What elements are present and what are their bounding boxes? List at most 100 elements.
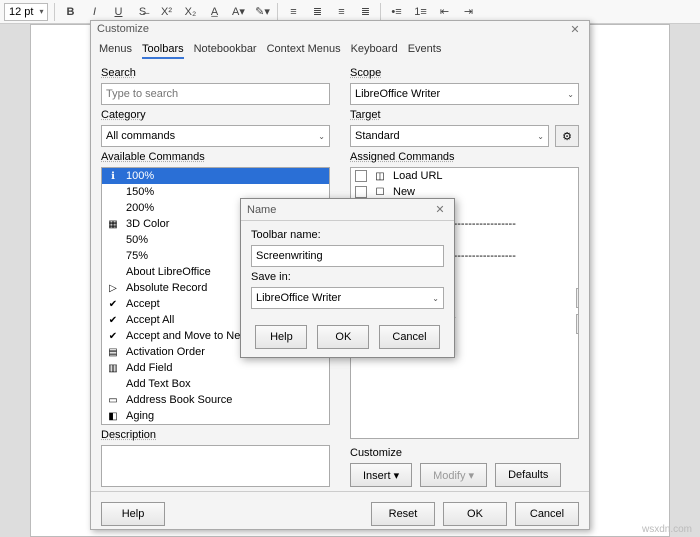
checkbox[interactable] <box>355 186 367 198</box>
save-in-label: Save in: <box>251 271 444 283</box>
ok-button[interactable]: OK <box>443 502 507 526</box>
command-label: Add Field <box>126 362 172 374</box>
command-icon: ✔ <box>106 329 120 343</box>
name-help-button[interactable]: Help <box>255 325 307 349</box>
name-dialog-title: Name <box>247 204 276 216</box>
gear-icon: ⚙ <box>562 130 572 143</box>
command-label: New <box>393 186 415 198</box>
move-down-button[interactable]: ↓ <box>576 314 579 334</box>
dialog-title: Customize <box>97 23 149 35</box>
move-up-button[interactable]: ↑ <box>576 288 579 308</box>
command-item[interactable]: ▥Add Field <box>102 360 329 376</box>
command-item[interactable]: ◧ Aging <box>102 408 329 424</box>
target-value: Standard <box>355 130 400 142</box>
indent-inc-icon[interactable]: ⇥ <box>459 3 477 21</box>
command-label: Accept <box>126 298 160 310</box>
tab-menus[interactable]: Menus <box>99 41 132 59</box>
name-cancel-button[interactable]: Cancel <box>379 325 439 349</box>
checkbox[interactable] <box>355 170 367 182</box>
bold-icon[interactable]: B <box>61 3 79 21</box>
command-icon <box>106 185 120 199</box>
close-icon[interactable]: ✕ <box>432 202 448 218</box>
command-label: Aging <box>126 410 154 422</box>
highlight-icon[interactable]: A▾ <box>229 3 247 21</box>
command-label: About LibreOffice <box>126 266 211 278</box>
command-icon: ▦ <box>106 217 120 231</box>
command-icon: ▭ <box>106 393 120 407</box>
command-icon: ☐ <box>373 185 387 199</box>
command-icon: ℹ <box>106 169 120 183</box>
watermark: wsxdn.com <box>642 524 692 535</box>
target-combo[interactable]: Standard ⌄ <box>350 125 549 147</box>
description-box <box>101 445 330 487</box>
toolbar-name-input[interactable] <box>251 245 444 267</box>
align-center-icon[interactable]: ≣ <box>308 3 326 21</box>
command-icon: ▤ <box>106 345 120 359</box>
command-label: Absolute Record <box>126 282 207 294</box>
font-color-icon[interactable]: A̲ <box>205 3 223 21</box>
command-label: Address Book Source <box>126 394 232 406</box>
strike-icon[interactable]: S̶ <box>133 3 151 21</box>
font-size-value: 12 pt <box>9 6 33 18</box>
command-icon <box>106 201 120 215</box>
target-label: Target <box>350 109 579 121</box>
help-button[interactable]: Help <box>101 502 165 526</box>
cancel-button[interactable]: Cancel <box>515 502 579 526</box>
command-label: Accept and Move to Next <box>126 330 249 342</box>
command-label: Add Text Box <box>126 378 191 390</box>
underline-icon[interactable]: U <box>109 3 127 21</box>
command-icon: ◧ <box>106 409 120 423</box>
name-ok-button[interactable]: OK <box>317 325 369 349</box>
save-in-value: LibreOffice Writer <box>256 292 341 304</box>
category-combo[interactable]: All commands ⌄ <box>101 125 330 147</box>
reset-button[interactable]: Reset <box>371 502 435 526</box>
command-icon: ◫ <box>373 169 387 183</box>
char-bg-icon[interactable]: ✎▾ <box>253 3 271 21</box>
tab-keyboard[interactable]: Keyboard <box>351 41 398 59</box>
justify-icon[interactable]: ≣ <box>356 3 374 21</box>
insert-button[interactable]: Insert ▾ <box>350 463 412 487</box>
command-label: 75% <box>126 250 148 262</box>
bullets-icon[interactable]: •≡ <box>387 3 405 21</box>
search-input[interactable] <box>101 83 330 105</box>
align-right-icon[interactable]: ≡ <box>332 3 350 21</box>
command-icon: ▷ <box>106 281 120 295</box>
modify-button[interactable]: Modify ▾ <box>420 463 487 487</box>
customize-label: Customize <box>350 447 579 459</box>
command-item[interactable]: ▭ Address Book Source <box>102 392 329 408</box>
dialog-footer: Help Reset OK Cancel <box>91 491 589 536</box>
assigned-item[interactable]: ◫Load URL <box>351 168 578 184</box>
dialog-tabs: Menus Toolbars Notebookbar Context Menus… <box>91 37 589 59</box>
name-dialog: Name ✕ Toolbar name: Save in: LibreOffic… <box>240 198 455 358</box>
superscript-icon[interactable]: X² <box>157 3 175 21</box>
command-label: 200% <box>126 202 154 214</box>
command-icon: ✔ <box>106 297 120 311</box>
search-label: Search <box>101 67 330 79</box>
command-icon: ✔ <box>106 313 120 327</box>
defaults-button[interactable]: Defaults <box>495 463 561 487</box>
tab-context-menus[interactable]: Context Menus <box>267 41 341 59</box>
command-label: 50% <box>126 234 148 246</box>
save-in-combo[interactable]: LibreOffice Writer ⌄ <box>251 287 444 309</box>
command-item[interactable]: ℹ100% <box>102 168 329 184</box>
close-icon[interactable]: ✕ <box>567 21 583 37</box>
command-label: Accept All <box>126 314 174 326</box>
available-commands-label: Available Commands <box>101 151 330 163</box>
font-size-combo[interactable]: 12 pt ▾ <box>4 3 48 21</box>
command-item[interactable]: Add Text Box <box>102 376 329 392</box>
tab-events[interactable]: Events <box>408 41 442 59</box>
italic-icon[interactable]: I <box>85 3 103 21</box>
indent-dec-icon[interactable]: ⇤ <box>435 3 453 21</box>
subscript-icon[interactable]: X₂ <box>181 3 199 21</box>
command-label: 3D Color <box>126 218 169 230</box>
command-icon <box>106 377 120 391</box>
align-left-icon[interactable]: ≡ <box>284 3 302 21</box>
numbering-icon[interactable]: 1≡ <box>411 3 429 21</box>
command-label: Activation Order <box>126 346 205 358</box>
target-gear-button[interactable]: ⚙ <box>555 125 579 147</box>
tab-notebookbar[interactable]: Notebookbar <box>194 41 257 59</box>
tab-toolbars[interactable]: Toolbars <box>142 41 184 59</box>
scope-combo[interactable]: LibreOffice Writer ⌄ <box>350 83 579 105</box>
toolbar-name-label: Toolbar name: <box>251 229 444 241</box>
command-icon <box>106 233 120 247</box>
